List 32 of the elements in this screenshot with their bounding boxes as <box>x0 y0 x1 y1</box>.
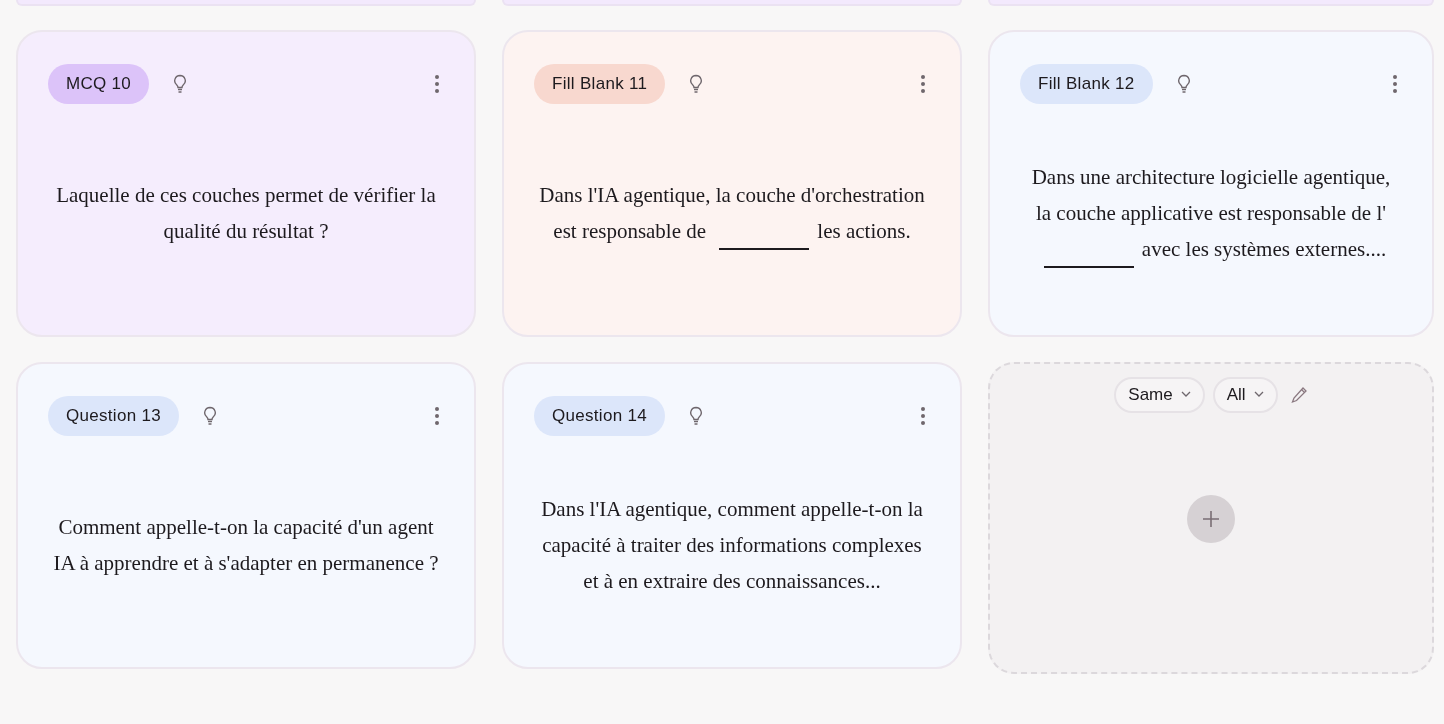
question-badge: Question 14 <box>534 396 665 436</box>
more-options-icon[interactable] <box>920 405 926 426</box>
pencil-icon[interactable] <box>1289 385 1308 404</box>
question-text: Comment appelle-t-on la capacité d'un agent IA à apprendre et à s'adapter en permanence ? <box>52 514 440 578</box>
question-badge: Fill Blank 12 <box>1020 64 1153 104</box>
lightbulb-icon[interactable] <box>1176 73 1191 94</box>
question-badge: Question 13 <box>48 396 179 436</box>
more-options-icon[interactable] <box>434 405 440 426</box>
chevron-down-icon <box>1180 391 1191 397</box>
dropdown-button[interactable]: Same <box>1114 377 1205 413</box>
more-options-icon[interactable] <box>434 73 440 94</box>
plus-icon <box>1202 509 1220 528</box>
more-options-icon[interactable] <box>920 73 926 94</box>
chevron-down-icon <box>1253 391 1264 397</box>
question-badge: MCQ 10 <box>48 64 150 104</box>
question-text: Dans une architecture logicielle agentique, la couche applicative est responsable de l' avec les systèmes externes.... <box>1022 159 1400 268</box>
lightbulb-icon[interactable] <box>689 73 704 94</box>
question-card[interactable]: Fill Blank 12 Dans une architecture logicielle agentique, la couche applicative est responsable de l' avec les systèmes externes.... <box>988 30 1434 337</box>
question-card[interactable]: Question 13 Comment appelle-t-on la capacité d'un agent IA à apprendre et à s'adapter en permanence ? <box>16 362 476 669</box>
question-text: Laquelle de ces couches permet de vérifier la qualité du résultat ? <box>55 182 437 246</box>
lightbulb-icon[interactable] <box>689 405 703 426</box>
question-text: Dans l'IA agentique, la couche d'orchestration est responsable de les actions. <box>536 177 928 250</box>
dropdown-button[interactable]: All <box>1212 377 1278 413</box>
lightbulb-icon[interactable] <box>173 73 188 94</box>
question-text: Dans l'IA agentique, comment appelle-t-on la capacité à traiter des informations complexes et à en extraire des connaissances... <box>540 496 924 596</box>
lightbulb-icon[interactable] <box>203 405 217 426</box>
question-badge: Fill Blank 11 <box>534 64 666 104</box>
question-card[interactable]: Question 14 Dans l'IA agentique, comment appelle-t-on la capacité à traiter des informations complexes et à en extraire des connaissances... <box>502 362 962 669</box>
more-options-icon[interactable] <box>1392 73 1398 94</box>
question-card[interactable]: MCQ 10 Laquelle de ces couches permet de vérifier la qualité du résultat ? <box>16 30 476 337</box>
add-button[interactable] <box>1187 494 1235 543</box>
question-card[interactable]: Fill Blank 11 Dans l'IA agentique, la couche d'orchestration est responsable de les actions. <box>502 30 962 337</box>
